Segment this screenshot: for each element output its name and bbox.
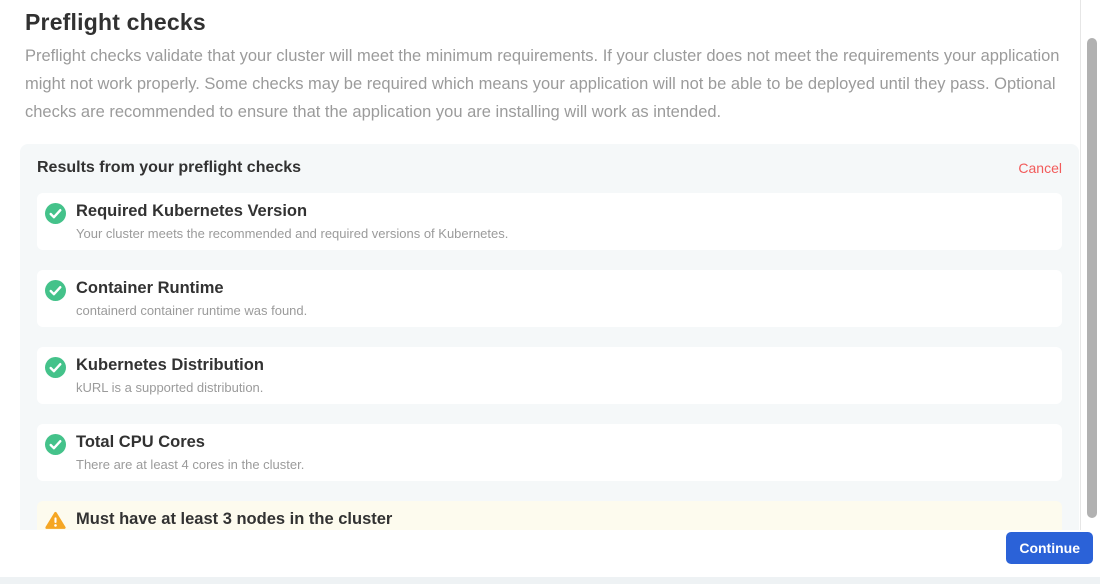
check-circle-icon bbox=[45, 203, 66, 229]
check-message: There are at least 4 cores in the cluste… bbox=[76, 456, 304, 473]
check-message: containerd container runtime was found. bbox=[76, 302, 307, 319]
check-text: Kubernetes Distribution kURL is a suppor… bbox=[76, 354, 264, 396]
page-description: Preflight checks validate that your clus… bbox=[25, 42, 1064, 126]
check-text: Container Runtime containerd container r… bbox=[76, 277, 307, 319]
check-title: Required Kubernetes Version bbox=[76, 200, 508, 223]
check-text: Total CPU Cores There are at least 4 cor… bbox=[76, 431, 304, 473]
preflight-check-row: Kubernetes Distribution kURL is a suppor… bbox=[37, 347, 1062, 404]
check-message: kURL is a supported distribution. bbox=[76, 379, 264, 396]
check-text: Required Kubernetes Version Your cluster… bbox=[76, 200, 508, 242]
scrollable-content: Preflight checks Preflight checks valida… bbox=[0, 0, 1081, 530]
preflight-checks-page: Preflight checks Preflight checks valida… bbox=[0, 0, 1100, 584]
preflight-check-row: Must have at least 3 nodes in the cluste… bbox=[37, 501, 1062, 530]
check-title: Kubernetes Distribution bbox=[76, 354, 264, 377]
preflight-check-row: Container Runtime containerd container r… bbox=[37, 270, 1062, 327]
footer-bar: Continue bbox=[0, 530, 1100, 577]
preflight-check-row: Required Kubernetes Version Your cluster… bbox=[37, 193, 1062, 250]
page-title: Preflight checks bbox=[25, 9, 1079, 35]
vertical-scrollbar-thumb[interactable] bbox=[1087, 38, 1097, 518]
preflight-check-row: Total CPU Cores There are at least 4 cor… bbox=[37, 424, 1062, 481]
cancel-link[interactable]: Cancel bbox=[1018, 160, 1062, 176]
vertical-scrollbar-track[interactable] bbox=[1082, 0, 1100, 530]
check-title: Container Runtime bbox=[76, 277, 307, 300]
bottom-page-strip bbox=[0, 577, 1100, 584]
warning-triangle-icon bbox=[45, 511, 66, 530]
results-card-header: Results from your preflight checks Cance… bbox=[37, 159, 1062, 176]
check-title: Total CPU Cores bbox=[76, 431, 304, 454]
results-card-title: Results from your preflight checks bbox=[37, 159, 301, 176]
check-message: Your cluster meets the recommended and r… bbox=[76, 225, 508, 242]
check-title: Must have at least 3 nodes in the cluste… bbox=[76, 508, 392, 530]
check-circle-icon bbox=[45, 357, 66, 383]
check-circle-icon bbox=[45, 280, 66, 306]
check-text: Must have at least 3 nodes in the cluste… bbox=[76, 508, 392, 530]
continue-button[interactable]: Continue bbox=[1006, 532, 1093, 564]
preflight-check-list: Required Kubernetes Version Your cluster… bbox=[37, 193, 1062, 530]
results-card: Results from your preflight checks Cance… bbox=[20, 144, 1079, 530]
check-circle-icon bbox=[45, 434, 66, 460]
